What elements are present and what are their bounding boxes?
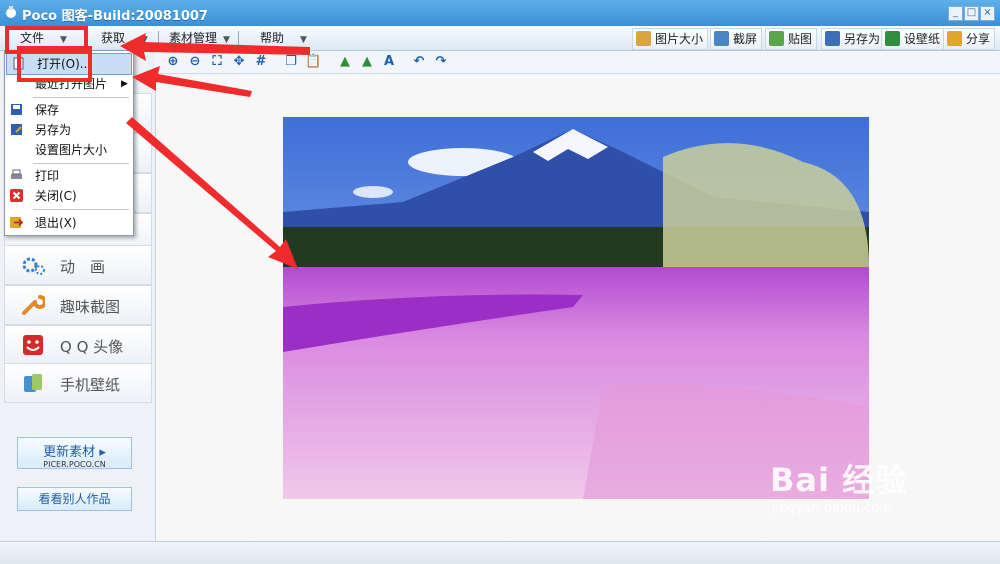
- screenshot-icon: [714, 31, 729, 46]
- save-as-icon: [825, 31, 840, 46]
- maximize-icon[interactable]: □: [964, 6, 979, 21]
- screenshot-button[interactable]: 截屏: [710, 28, 763, 50]
- app-logo-icon: [6, 6, 16, 18]
- annotation-box-open: [17, 46, 92, 82]
- sidebar-item-qq-avatar[interactable]: Q Q 头像: [4, 325, 152, 365]
- menu-item-print[interactable]: 打印: [5, 166, 133, 186]
- window-title: Poco 图客-Build:20081007: [22, 9, 208, 24]
- play-icon: ▸: [99, 445, 106, 460]
- sidebar-item-label: 动 画: [60, 258, 106, 276]
- close-icon: [10, 189, 23, 202]
- close-window-icon[interactable]: ×: [980, 6, 995, 21]
- resize-button[interactable]: 图片大小: [632, 28, 709, 50]
- menu-item-exit[interactable]: 退出(X): [5, 213, 133, 233]
- resize-icon: [636, 31, 651, 46]
- menu-item-close[interactable]: 关闭(C): [5, 186, 133, 206]
- wallpaper-icon: [885, 31, 900, 46]
- paste-image-icon: [769, 31, 784, 46]
- phone-icon: [24, 374, 42, 392]
- text-icon[interactable]: A: [381, 54, 397, 70]
- resize-label: 图片大小: [655, 32, 704, 46]
- menu-item-label: 设置图片大小: [35, 143, 108, 157]
- view-others-label: 看看别人作品: [38, 492, 111, 506]
- wrench-icon: [22, 295, 45, 315]
- update-materials-button[interactable]: 更新素材 ▸ PICER.POCO.CN: [17, 437, 132, 469]
- save-as-label: 另存为: [844, 32, 881, 46]
- menu-separator: [33, 209, 129, 210]
- gears-icon: [22, 257, 45, 275]
- screenshot-label: 截屏: [733, 32, 758, 46]
- menu-separator: [33, 163, 129, 164]
- exit-icon: [10, 217, 23, 228]
- save-as-icon: [11, 124, 22, 135]
- wallpaper-button[interactable]: 设壁纸: [881, 28, 946, 50]
- flip-vertical-icon[interactable]: ▲: [359, 54, 375, 70]
- smiley-icon: [23, 335, 43, 355]
- watermark-brand: Bai 经验: [770, 461, 909, 499]
- annotation-arrows: [120, 33, 310, 269]
- floppy-disk-icon: [11, 104, 22, 115]
- menu-item-label: 保存: [35, 103, 60, 117]
- rotate-right-icon[interactable]: ↷: [433, 54, 449, 70]
- menu-separator: [33, 97, 129, 98]
- baidu-watermark: Bai 经验 jingyan.baidu.com: [770, 455, 908, 516]
- update-url: PICER.POCO.CN: [43, 460, 106, 469]
- sidebar-item-label: 趣味截图: [60, 298, 121, 316]
- paste-image-label: 贴图: [788, 32, 813, 46]
- sidebar-item-phone-wallpaper[interactable]: 手机壁纸: [4, 363, 152, 403]
- share-label: 分享: [966, 32, 991, 46]
- status-bar: [0, 541, 1000, 564]
- landscape-photo: [283, 117, 869, 499]
- menu-item-save-as[interactable]: 另存为: [5, 120, 133, 140]
- sidebar-item-label: Q Q 头像: [60, 338, 124, 356]
- sidebar-item-label: 手机壁纸: [60, 376, 121, 394]
- paste-image-button[interactable]: 贴图: [765, 28, 818, 50]
- menu-item-resize[interactable]: 设置图片大小: [5, 140, 133, 160]
- view-others-button[interactable]: 看看别人作品: [17, 487, 132, 511]
- save-as-button[interactable]: 另存为: [821, 28, 886, 50]
- printer-icon: [11, 169, 22, 179]
- menu-item-label: 打印: [35, 169, 60, 183]
- rotate-left-icon[interactable]: ↶: [411, 54, 427, 70]
- wallpaper-label: 设壁纸: [904, 32, 941, 46]
- menu-item-label: 关闭(C): [35, 189, 77, 203]
- share-icon: [947, 31, 962, 46]
- menu-item-label: 退出(X): [35, 216, 77, 230]
- share-button[interactable]: 分享: [943, 28, 996, 50]
- minimize-icon[interactable]: _: [948, 6, 963, 21]
- update-materials-label: 更新素材: [43, 445, 96, 460]
- menu-item-save[interactable]: 保存: [5, 100, 133, 120]
- menu-item-label: 另存为: [35, 123, 72, 137]
- watermark-url: jingyan.baidu.com: [772, 501, 892, 516]
- title-bar: Poco 图客-Build:20081007 _ □ ×: [0, 0, 1000, 26]
